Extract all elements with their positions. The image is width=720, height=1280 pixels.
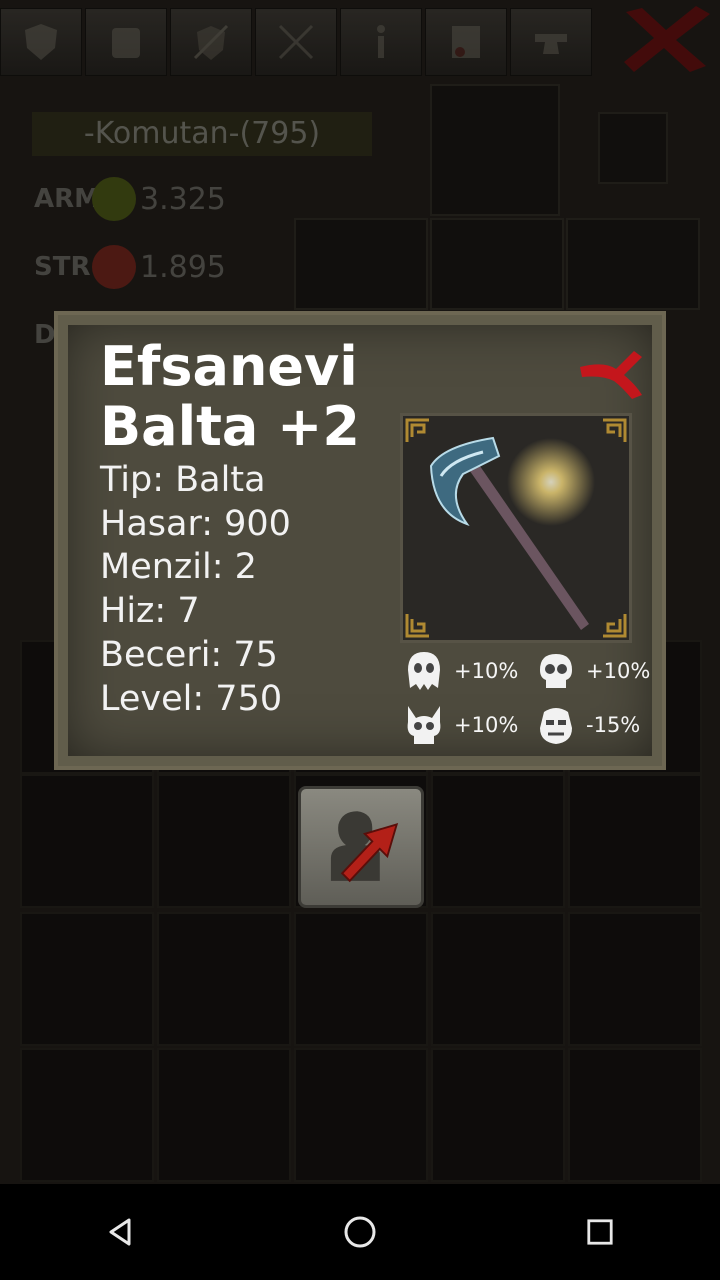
inventory-cell[interactable] <box>294 1048 428 1182</box>
item-level: Level: 750 <box>100 679 283 719</box>
inventory-cell[interactable] <box>157 912 291 1046</box>
equip-slot-banner[interactable] <box>598 112 668 184</box>
strength-icon <box>92 245 136 289</box>
crossed-weapons-tool-icon <box>278 24 314 60</box>
inventory-cell[interactable] <box>20 1048 154 1182</box>
item-details-popup: Efsanevi Balta +2 Tip: Balta Hasar: 900 … <box>54 311 666 770</box>
inventory-cell[interactable] <box>431 774 565 908</box>
bonus-value: +10% <box>454 713 519 737</box>
item-damage: Hasar: 900 <box>100 504 291 544</box>
nav-back-button[interactable] <box>90 1202 150 1262</box>
ghost-skull-icon <box>408 652 440 690</box>
axe-icon <box>429 436 595 630</box>
inventory-cell[interactable] <box>20 912 154 1046</box>
armor-tool-icon <box>112 28 140 58</box>
inventory-cell[interactable] <box>20 774 154 908</box>
top-toolbar <box>0 8 720 80</box>
bonus-value: +10% <box>586 659 651 683</box>
inventory-cell[interactable] <box>568 1048 702 1182</box>
tool-weapons-button[interactable] <box>255 8 337 76</box>
nav-home-button[interactable] <box>330 1202 390 1262</box>
bonus-ghost: +10% <box>404 649 518 693</box>
move-to-character-icon <box>330 811 399 883</box>
bonus-value: +10% <box>454 659 519 683</box>
item-type: Tip: Balta <box>100 460 266 500</box>
scroll-tool-icon <box>452 26 480 58</box>
stat-value: 3.325 <box>140 181 226 217</box>
orc-face-icon <box>540 708 572 744</box>
info-tool-icon <box>377 25 385 58</box>
tool-anvil-button[interactable] <box>510 8 592 76</box>
close-screen-button[interactable] <box>618 4 714 74</box>
inventory-cell[interactable] <box>568 774 702 908</box>
item-range: Menzil: 2 <box>100 547 257 587</box>
inventory-cell[interactable] <box>157 1048 291 1182</box>
stat-label: ARM <box>34 184 101 214</box>
home-icon <box>344 1216 376 1248</box>
bonus-demon: +10% <box>404 703 518 747</box>
close-icon <box>580 351 642 399</box>
equip-slot-armor[interactable] <box>430 218 564 310</box>
shield-tool-icon <box>25 24 57 60</box>
game-screen: -Komutan-(795) ARM 3.325 STR 1.895 D Efs… <box>0 0 720 1184</box>
equip-slot-shoulder[interactable] <box>566 218 700 310</box>
inventory-cell[interactable] <box>431 912 565 1046</box>
bonus-skull: +10% <box>536 649 650 693</box>
item-image-frame <box>400 413 632 643</box>
tool-shield-button[interactable] <box>0 8 82 76</box>
stat-strength: STR 1.895 <box>34 242 226 292</box>
stat-label: STR <box>34 252 91 282</box>
recents-icon <box>587 1219 613 1245</box>
tool-sword-shield-button[interactable] <box>170 8 252 76</box>
armor-icon <box>92 177 136 221</box>
skull-icon <box>540 654 572 688</box>
inventory-cell[interactable] <box>157 774 291 908</box>
nav-recents-button[interactable] <box>570 1202 630 1262</box>
bonus-value: -15% <box>586 713 641 737</box>
inventory-cell[interactable] <box>568 912 702 1046</box>
inventory-cell[interactable] <box>431 1048 565 1182</box>
equip-slot-weapon[interactable] <box>294 218 428 310</box>
stat-armor: ARM 3.325 <box>34 174 226 224</box>
system-navigation-bar <box>0 1184 720 1280</box>
sword-shield-tool-icon <box>193 24 229 60</box>
popup-close-button[interactable] <box>576 345 646 401</box>
stat-value: 1.895 <box>140 249 226 285</box>
tool-info-button[interactable] <box>340 8 422 76</box>
equip-item-button[interactable] <box>298 786 424 908</box>
character-rank: -Komutan-(795) <box>32 112 372 156</box>
tool-scroll-button[interactable] <box>425 8 507 76</box>
anvil-tool-icon <box>535 34 567 54</box>
equip-slot-helmet[interactable] <box>430 84 560 216</box>
bonus-orc: -15% <box>536 703 640 747</box>
tool-armor-button[interactable] <box>85 8 167 76</box>
back-icon <box>109 1218 131 1246</box>
item-skill: Beceri: 75 <box>100 635 278 675</box>
close-icon <box>624 6 710 72</box>
demon-skull-icon <box>407 706 441 744</box>
inventory-cell[interactable] <box>294 912 428 1046</box>
item-speed: Hiz: 7 <box>100 591 200 631</box>
